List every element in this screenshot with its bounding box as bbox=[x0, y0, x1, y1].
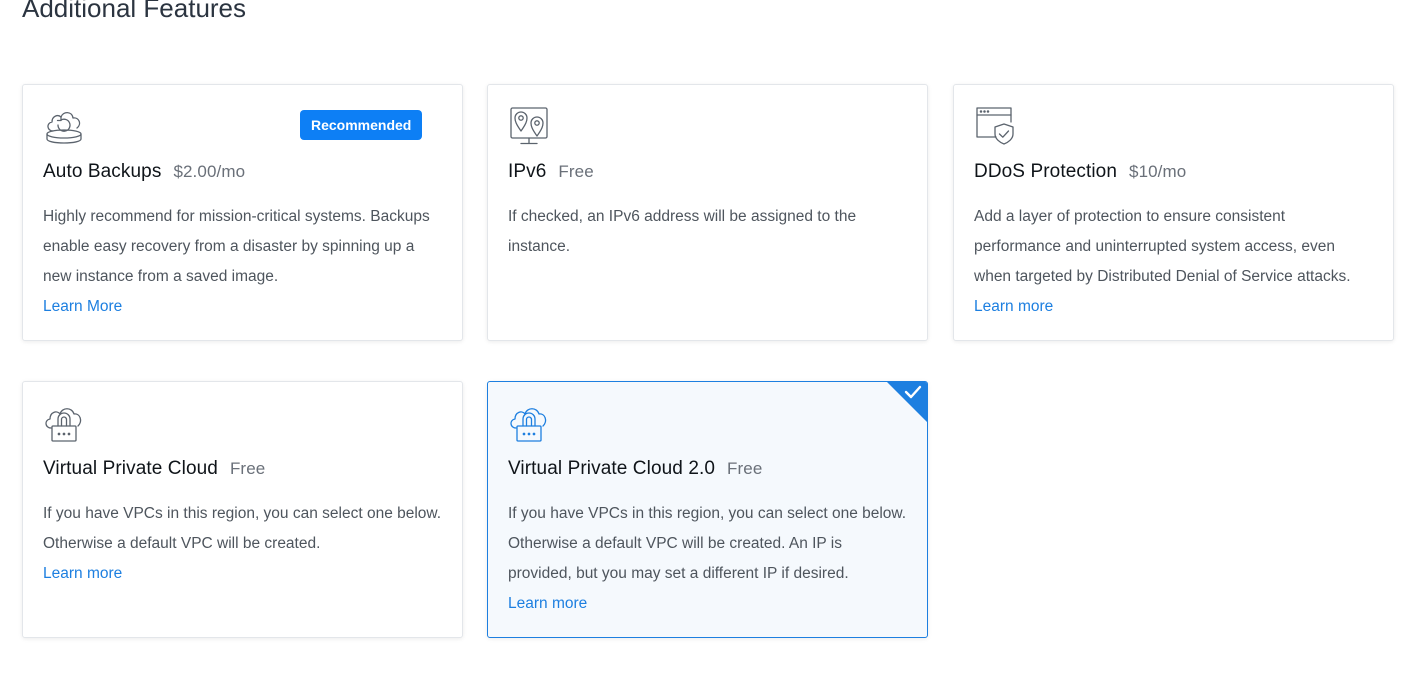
shield-window-icon bbox=[974, 105, 1016, 147]
learn-more-link[interactable]: Learn more bbox=[43, 559, 445, 589]
cloud-lock-icon bbox=[508, 402, 550, 444]
card-title: Auto Backups $2.00/mo bbox=[43, 161, 245, 183]
card-title: Virtual Private Cloud Free bbox=[43, 458, 265, 480]
page-title: Additional Features bbox=[22, 0, 247, 23]
card-title-text: IPv6 bbox=[508, 161, 547, 182]
card-description-block: If you have VPCs in this region, you can… bbox=[508, 499, 910, 619]
card-description: If you have VPCs in this region, you can… bbox=[508, 505, 907, 582]
card-description-block: If you have VPCs in this region, you can… bbox=[43, 499, 445, 589]
feature-card-ddos-protection[interactable]: DDoS Protection $10/mo Add a layer of pro… bbox=[953, 84, 1394, 341]
network-location-icon bbox=[508, 105, 550, 147]
card-title: IPv6 Free bbox=[508, 161, 594, 183]
card-price: $2.00/mo bbox=[173, 162, 246, 181]
card-description-block: Add a layer of protection to ensure cons… bbox=[974, 202, 1376, 322]
card-price: $10/mo bbox=[1129, 162, 1187, 181]
cloud-lock-icon bbox=[43, 402, 85, 444]
card-price: Free bbox=[727, 459, 763, 478]
feature-card-vpc[interactable]: Virtual Private Cloud Free If you have VP… bbox=[22, 381, 463, 638]
card-title: DDoS Protection $10/mo bbox=[974, 161, 1186, 183]
card-description: If checked, an IPv6 address will be assi… bbox=[508, 208, 857, 255]
feature-card-ipv6[interactable]: IPv6 Free If checked, an IPv6 address wil… bbox=[487, 84, 928, 341]
feature-card-auto-backups[interactable]: Recommended Auto Backups $2.00/mo Highly … bbox=[22, 84, 463, 341]
card-title-text: Auto Backups bbox=[43, 161, 162, 182]
feature-card-vpc-2[interactable]: Virtual Private Cloud 2.0 Free If you hav… bbox=[487, 381, 928, 638]
card-title-text: DDoS Protection bbox=[974, 161, 1118, 182]
learn-more-link[interactable]: Learn More bbox=[43, 292, 445, 322]
card-description: Add a layer of protection to ensure cons… bbox=[974, 208, 1351, 285]
learn-more-link[interactable]: Learn more bbox=[508, 589, 910, 619]
cloud-backup-icon bbox=[43, 105, 85, 147]
card-description-block: If checked, an IPv6 address will be assi… bbox=[508, 202, 910, 262]
learn-more-link[interactable]: Learn more bbox=[974, 292, 1376, 322]
card-description: Highly recommend for mission-critical sy… bbox=[43, 208, 430, 285]
selected-check-icon bbox=[886, 382, 927, 423]
card-description-block: Highly recommend for mission-critical sy… bbox=[43, 202, 445, 322]
card-description: If you have VPCs in this region, you can… bbox=[43, 505, 442, 552]
card-price: Free bbox=[558, 162, 594, 181]
recommended-badge: Recommended bbox=[300, 110, 423, 140]
card-price: Free bbox=[229, 459, 266, 478]
card-title: Virtual Private Cloud 2.0 Free bbox=[508, 458, 762, 480]
card-title-text: Virtual Private Cloud bbox=[43, 458, 218, 479]
card-title-text: Virtual Private Cloud 2.0 bbox=[508, 458, 716, 479]
